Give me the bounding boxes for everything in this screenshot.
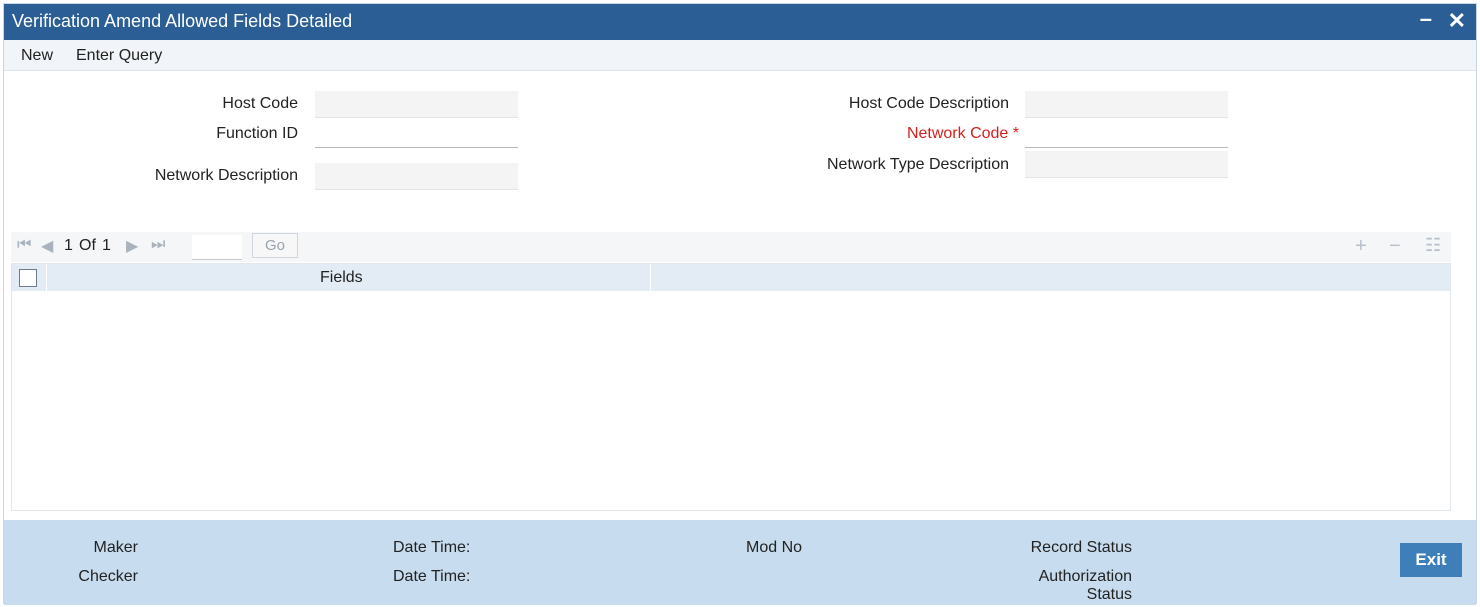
last-page-icon[interactable]: ⏭ [151, 236, 165, 254]
add-row-icon[interactable]: + [1355, 235, 1367, 258]
window: Verification Amend Allowed Fields Detail… [3, 3, 1477, 605]
host-code-description-label: Host Code Description [848, 95, 1009, 112]
maker-label: Maker [93, 539, 138, 556]
network-description-label: Network Description [154, 167, 298, 184]
host-code-label: Host Code [222, 95, 298, 112]
title-bar: Verification Amend Allowed Fields Detail… [4, 4, 1476, 40]
grid-header: Fields [12, 264, 1450, 291]
new-menu-item[interactable]: New [21, 47, 53, 65]
mod-no-label: Mod No [746, 539, 803, 556]
network-description-field[interactable] [315, 163, 518, 190]
next-page-icon[interactable]: ▶ [126, 236, 138, 256]
current-page: 1 [64, 237, 73, 254]
maker-date-time-label: Date Time: [393, 539, 471, 556]
enter-query-menu-item[interactable]: Enter Query [76, 47, 162, 65]
function-id-field[interactable] [315, 121, 518, 148]
exit-button[interactable]: Exit [1400, 543, 1462, 577]
window-title: Verification Amend Allowed Fields Detail… [12, 11, 353, 31]
checker-date-time-label: Date Time: [393, 568, 471, 585]
fields-column-header: Fields [320, 269, 363, 286]
network-type-description-field[interactable] [1025, 151, 1228, 178]
column-divider [46, 264, 47, 291]
menu-bar: New Enter Query [4, 40, 1476, 71]
network-type-description-label: Network Type Description [827, 156, 1009, 173]
previous-page-icon[interactable]: ◀ [41, 236, 53, 256]
authorization-status-label: Authorization [1038, 568, 1132, 585]
network-code-field[interactable] [1025, 121, 1228, 148]
of-label: Of [79, 237, 96, 254]
single-view-icon[interactable]: ☷ [1425, 235, 1441, 256]
fields-grid: Fields [11, 263, 1451, 511]
total-pages: 1 [102, 237, 111, 254]
select-all-checkbox[interactable] [19, 269, 37, 287]
grid-toolbar: ⏮ ◀ 1 Of 1 ▶ ⏭ Go + − ☷ [11, 232, 1451, 262]
checker-label: Checker [78, 568, 138, 585]
first-page-icon[interactable]: ⏮ [17, 236, 31, 254]
authorization-status-label-line2: Status [1086, 586, 1132, 603]
function-id-label: Function ID [216, 125, 298, 142]
network-code-label: Network Code * [906, 125, 1019, 142]
host-code-description-field[interactable] [1025, 91, 1228, 118]
column-divider [650, 264, 651, 291]
host-code-field[interactable] [315, 91, 518, 118]
audit-footer: Maker Checker Date Time: Date Time: Mod … [4, 520, 1476, 605]
close-icon[interactable]: ✕ [1448, 8, 1466, 34]
delete-row-icon[interactable]: − [1389, 235, 1401, 258]
minimize-icon[interactable]: – [1420, 6, 1432, 32]
go-button[interactable]: Go [252, 233, 298, 258]
record-status-label: Record Status [1030, 539, 1132, 556]
page-number-input[interactable] [192, 235, 242, 260]
